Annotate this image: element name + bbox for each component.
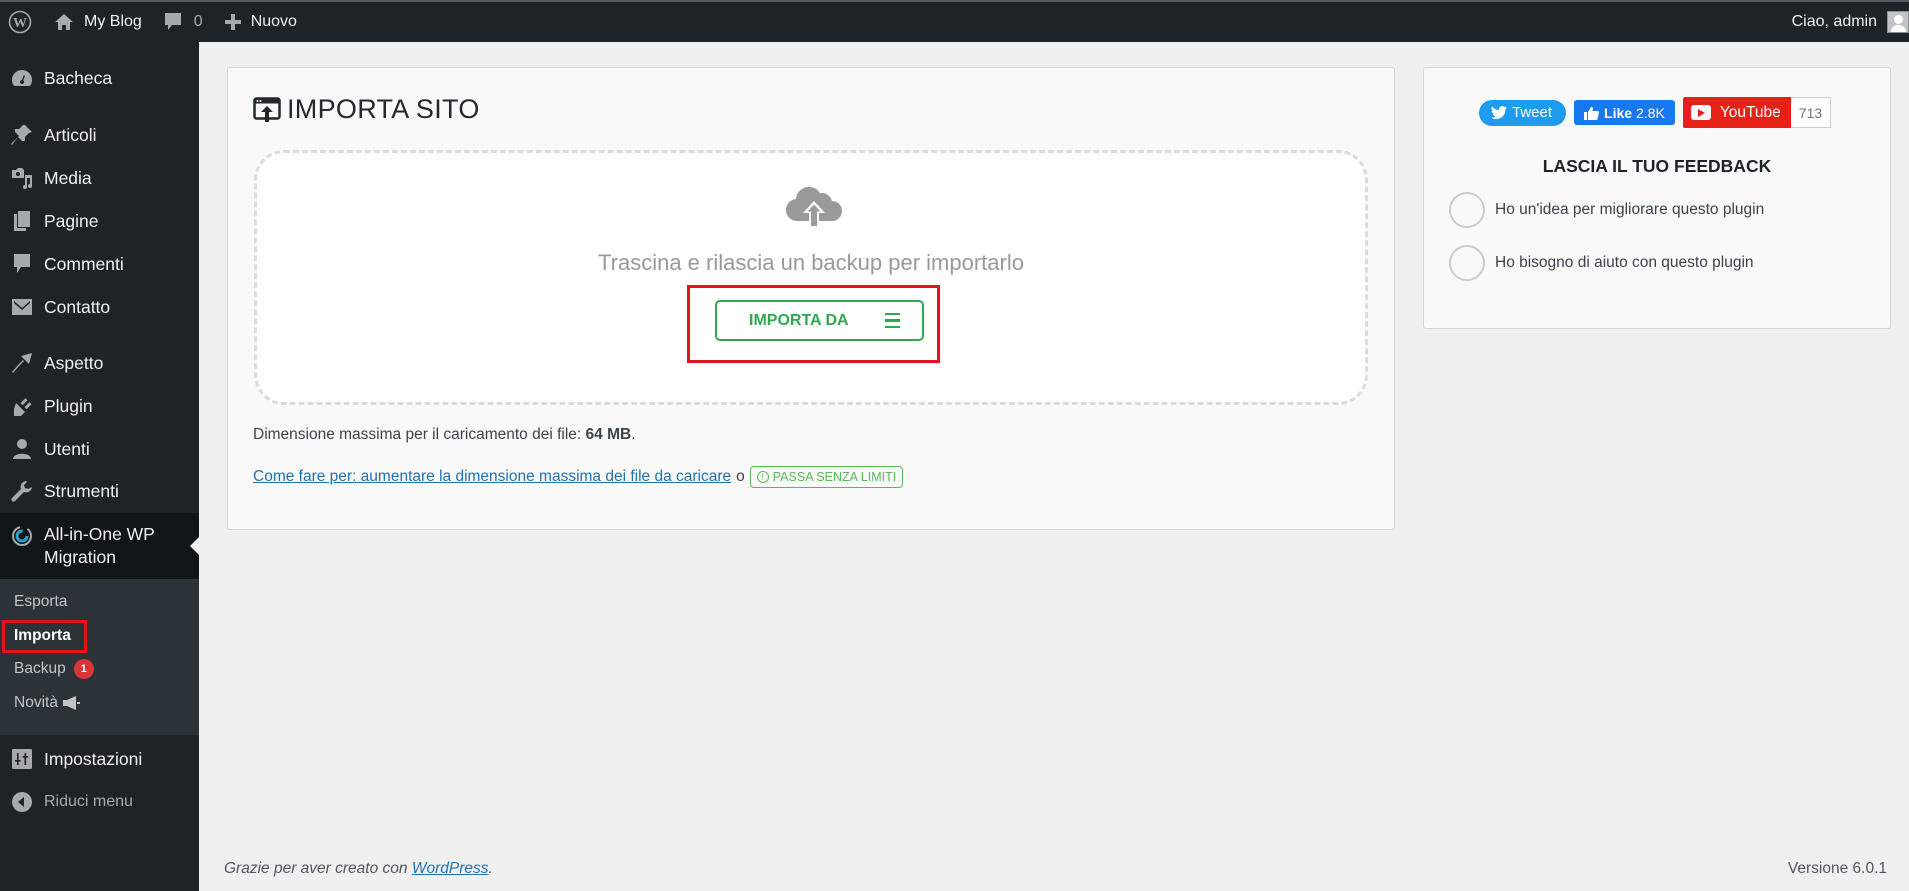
max-upload-size: Dimensione massima per il caricamento de… bbox=[253, 426, 636, 443]
sidebar-item-plugin[interactable]: Plugin bbox=[0, 386, 199, 426]
sidebar-item-aspetto[interactable]: Aspetto bbox=[0, 343, 199, 383]
footer-version: Versione 6.0.1 bbox=[1787, 860, 1887, 877]
new-content-button[interactable]: Nuovo bbox=[224, 2, 297, 42]
new-label: Nuovo bbox=[250, 13, 297, 30]
brush-icon bbox=[12, 353, 32, 373]
mail-icon bbox=[12, 299, 32, 315]
youtube-subscribe-button[interactable]: YouTube 713 bbox=[1682, 97, 1832, 128]
comment-icon bbox=[14, 254, 30, 273]
megaphone-icon bbox=[62, 696, 80, 710]
sidebar-item-impostazioni[interactable]: Impostazioni bbox=[0, 739, 199, 779]
page-title: IMPORTA SITO bbox=[253, 94, 480, 125]
sidebar-item-contatto[interactable]: Contatto bbox=[0, 287, 199, 327]
comments-count: 0 bbox=[193, 13, 203, 30]
sidebar-item-pagine[interactable]: Pagine bbox=[0, 201, 199, 241]
increase-upload-size-link[interactable]: Come fare per: aumentare la dimensione m… bbox=[253, 468, 731, 486]
feedback-radio-idea[interactable] bbox=[1449, 192, 1485, 228]
footer-thanks: Grazie per aver creato con WordPress. bbox=[224, 860, 493, 877]
my-account-menu[interactable]: Ciao, admin bbox=[1792, 2, 1909, 42]
feedback-title: LASCIA IL TUO FEEDBACK bbox=[1542, 156, 1772, 176]
submenu-item-novita[interactable]: Novità bbox=[14, 694, 80, 712]
feedback-option-help[interactable]: Ho bisogno di aiuto con questo plugin bbox=[1449, 245, 1754, 281]
user-icon bbox=[13, 439, 31, 459]
sidebar-item-bacheca[interactable]: Bacheca bbox=[0, 58, 199, 98]
backup-count-badge: 1 bbox=[73, 659, 94, 679]
drop-zone[interactable]: Trascina e rilascia un backup per import… bbox=[254, 150, 1368, 405]
import-site-panel: IMPORTA SITO Trascina e rilascia un back… bbox=[227, 67, 1395, 530]
sidebar-item-commenti[interactable]: Commenti bbox=[0, 244, 199, 284]
sidebar-item-all-in-one-wp-migration[interactable]: All-in-One WP Migration bbox=[0, 513, 199, 579]
facebook-like-button[interactable]: Like 2.8K bbox=[1574, 100, 1675, 125]
twitter-bird-icon bbox=[1491, 106, 1507, 119]
wordpress-link[interactable]: WordPress bbox=[412, 860, 489, 877]
howto-row: Come fare per: aumentare la dimensione m… bbox=[253, 466, 904, 488]
go-unlimited-button[interactable]: ! PASSA SENZA LIMITI bbox=[749, 466, 904, 488]
submenu-item-backup[interactable]: Backup 1 bbox=[14, 659, 94, 679]
site-name: My Blog bbox=[84, 13, 142, 30]
sidebar-item-media[interactable]: Media bbox=[0, 158, 199, 198]
youtube-play-icon bbox=[1690, 105, 1711, 120]
highlight-box-import-from bbox=[687, 285, 940, 363]
settings-icon bbox=[12, 749, 32, 769]
wordpress-logo-button[interactable]: W bbox=[0, 2, 40, 42]
youtube-subscriber-count: 713 bbox=[1790, 97, 1832, 128]
wrench-icon bbox=[11, 481, 32, 502]
highlight-box-importa bbox=[2, 620, 87, 653]
feedback-radio-help[interactable] bbox=[1449, 245, 1485, 281]
avatar bbox=[1887, 11, 1909, 33]
plus-icon bbox=[224, 14, 241, 30]
comment-icon bbox=[164, 13, 181, 30]
media-icon bbox=[12, 168, 32, 189]
like-count: 2.8K bbox=[1636, 104, 1665, 121]
feedback-panel: Tweet Like 2.8K YouTube 713 LASCIA IL TU… bbox=[1423, 67, 1891, 329]
migration-icon bbox=[12, 526, 32, 546]
sidebar-item-strumenti[interactable]: Strumenti bbox=[0, 471, 199, 511]
greeting: Ciao, admin bbox=[1791, 13, 1877, 30]
dashboard-icon bbox=[12, 70, 32, 86]
submenu-item-esporta[interactable]: Esporta bbox=[14, 593, 67, 611]
tweet-button[interactable]: Tweet bbox=[1479, 99, 1567, 126]
drop-instructions: Trascina e rilascia un backup per import… bbox=[598, 250, 1024, 275]
wordpress-logo-icon: W bbox=[8, 10, 32, 34]
migration-submenu: Esporta Importa Backup 1 Novità bbox=[0, 579, 199, 735]
sidebar-item-articoli[interactable]: Articoli bbox=[0, 115, 199, 155]
pages-icon bbox=[14, 211, 30, 231]
collapse-arrow-icon bbox=[12, 792, 32, 812]
admin-sidebar: Bacheca Articoli Media Pagine Commenti C… bbox=[0, 42, 199, 891]
sidebar-item-utenti[interactable]: Utenti bbox=[0, 429, 199, 469]
plugin-icon bbox=[14, 398, 32, 416]
alert-circle-icon: ! bbox=[756, 471, 769, 483]
feedback-option-idea[interactable]: Ho un'idea per migliorare questo plugin bbox=[1449, 192, 1764, 228]
social-buttons: Tweet Like 2.8K YouTube 713 bbox=[1479, 97, 1832, 128]
home-icon bbox=[55, 14, 73, 30]
cloud-upload-icon bbox=[785, 186, 842, 228]
collapse-menu-button[interactable]: Riduci menu bbox=[0, 782, 199, 822]
svg-text:W: W bbox=[13, 16, 27, 31]
admin-bar: W My Blog 0 Nuovo Ciao, admin bbox=[0, 0, 1909, 42]
site-name-link[interactable]: My Blog bbox=[54, 2, 142, 42]
thumbs-up-icon bbox=[1584, 106, 1600, 120]
import-window-icon bbox=[253, 96, 281, 122]
comments-link[interactable]: 0 bbox=[164, 2, 203, 42]
pin-icon bbox=[11, 125, 32, 145]
max-upload-size-value: 64 MB bbox=[585, 426, 632, 443]
